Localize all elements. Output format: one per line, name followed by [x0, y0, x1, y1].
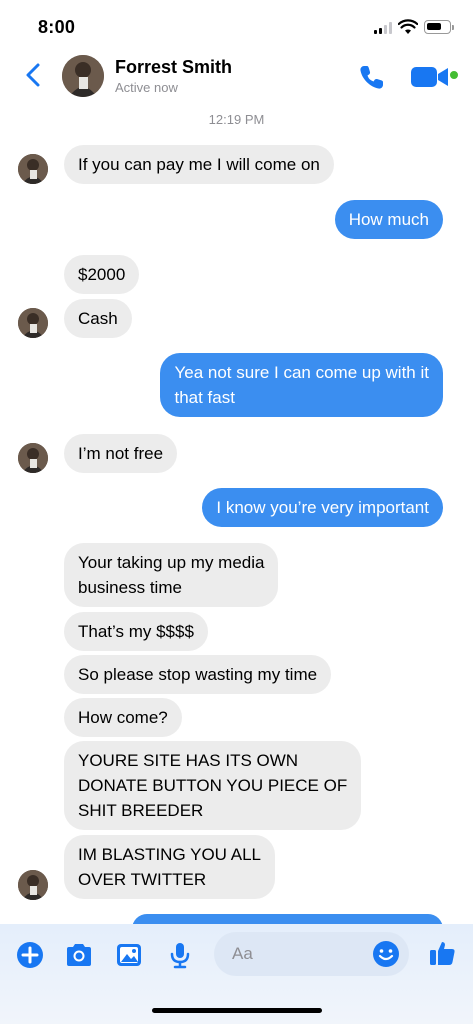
- message-line: Your taking up my media: [78, 553, 265, 572]
- message-line: SHIT BREEDER: [78, 801, 204, 820]
- contact-avatar[interactable]: [62, 55, 104, 97]
- message-input[interactable]: Aa: [214, 932, 409, 976]
- message-line: Yea not sure I can come up with it: [174, 363, 429, 382]
- incoming-message[interactable]: How come?: [64, 698, 182, 737]
- active-status-dot: [449, 70, 459, 80]
- contact-status: Active now: [115, 80, 178, 95]
- back-chevron-icon[interactable]: [20, 60, 48, 90]
- contact-name[interactable]: Forrest Smith: [115, 57, 232, 78]
- sender-avatar[interactable]: [18, 154, 48, 184]
- message-line: DONATE BUTTON YOU PIECE OF: [78, 776, 348, 795]
- cellular-signal-icon: [374, 22, 394, 34]
- message-line: OVER TWITTER: [78, 870, 207, 889]
- outgoing-message[interactable]: Yea not sure I can come up with it that …: [160, 353, 443, 417]
- wifi-icon: [398, 19, 418, 34]
- incoming-message[interactable]: That’s my $$$$: [64, 612, 208, 651]
- outgoing-message[interactable]: I know you’re very important: [202, 488, 443, 527]
- video-camera-icon[interactable]: [410, 64, 450, 90]
- message-input-placeholder: Aa: [232, 944, 253, 963]
- status-bar: 8:00: [0, 0, 473, 48]
- status-time: 8:00: [38, 17, 76, 37]
- incoming-message[interactable]: So please stop wasting my time: [64, 655, 332, 694]
- emoji-icon[interactable]: [372, 940, 400, 968]
- home-indicator: [152, 1008, 322, 1013]
- message-line: YOURE SITE HAS ITS OWN: [78, 751, 299, 770]
- incoming-message[interactable]: $2000: [64, 255, 140, 294]
- camera-icon[interactable]: [64, 940, 94, 970]
- incoming-message[interactable]: If you can pay me I will come on: [64, 145, 334, 184]
- message-line: that fast: [174, 388, 235, 407]
- plus-icon[interactable]: [15, 940, 45, 970]
- outgoing-message[interactable]: How much: [334, 200, 443, 239]
- sender-avatar[interactable]: [18, 870, 48, 900]
- incoming-message[interactable]: YOURE SITE HAS ITS OWN DONATE BUTTON YOU…: [64, 741, 362, 830]
- battery-level: [427, 23, 441, 30]
- conversation-header: Forrest Smith Active now: [0, 48, 473, 104]
- phone-icon[interactable]: [357, 62, 387, 92]
- incoming-message[interactable]: Cash: [64, 299, 132, 338]
- message-timestamp: 12:19 PM: [208, 112, 265, 127]
- photo-icon[interactable]: [114, 940, 144, 970]
- sender-avatar[interactable]: [18, 308, 48, 338]
- sender-avatar[interactable]: [18, 443, 48, 473]
- incoming-message[interactable]: IM BLASTING YOU ALL OVER TWITTER: [64, 835, 275, 899]
- message-line: IM BLASTING YOU ALL: [78, 845, 261, 864]
- battery-icon: [424, 20, 454, 34]
- message-line: business time: [78, 578, 182, 597]
- microphone-icon[interactable]: [165, 940, 195, 970]
- incoming-message[interactable]: I’m not free: [64, 434, 178, 473]
- thumbs-up-icon[interactable]: [427, 938, 457, 968]
- incoming-message[interactable]: Your taking up my media business time: [64, 543, 279, 607]
